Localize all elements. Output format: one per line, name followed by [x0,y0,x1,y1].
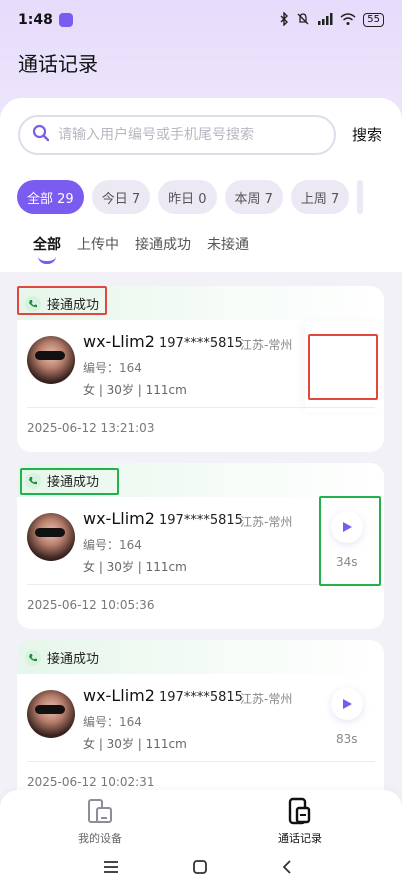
play-recording-button[interactable] [331,688,363,720]
nav-label: 我的设备 [78,832,122,845]
recording-duration: 34s [336,555,358,569]
status-tag: 接通成功 [25,294,99,313]
search-icon [32,124,50,146]
avatar [27,690,75,738]
system-navigation-bar [0,852,402,882]
phone-number: 197****5815 [159,690,243,705]
notification-app-icon [58,13,73,27]
tab-all[interactable]: 全部 [33,234,61,264]
date-filter-chips: 全部 29 今日 7 昨日 0 本周 7 上周 7 [17,180,364,214]
call-record-card[interactable]: 接通成功 wx-Llim2 197****5815 江苏-常州 编号：164 女… [17,286,384,452]
filter-chip-overflow[interactable] [357,180,364,214]
user-code: 编号：164 [83,715,142,729]
status-tag-label: 接通成功 [47,475,100,490]
filter-chip-yesterday[interactable]: 昨日 0 [158,180,217,214]
phone-icon [25,295,41,312]
page-title: 通话记录 [18,52,98,76]
signal-icon [317,12,333,28]
tab-uploading[interactable]: 上传中 [77,234,119,254]
divider [27,407,375,408]
region: 江苏-常州 [240,515,293,529]
call-timestamp: 2025-06-12 13:21:03 [27,421,155,435]
filter-chip-today[interactable]: 今日 7 [91,180,151,214]
tab-connected[interactable]: 接通成功 [135,234,191,254]
status-tag: 接通成功 [25,648,99,667]
user-code: 编号：164 [83,538,142,552]
avatar [27,336,75,384]
phone-icon [25,472,41,489]
user-meta: 女 | 30岁 | 111cm [83,383,187,397]
call-timestamp: 2025-06-12 10:02:31 [27,775,155,789]
nav-item-my-devices[interactable]: 我的设备 [50,796,150,846]
menu-icon[interactable] [96,852,126,882]
status-icons: 55 [279,10,384,29]
user-name: wx-Llim2 [83,509,155,528]
user-meta: 女 | 30岁 | 111cm [83,737,187,751]
bluetooth-icon [279,10,289,29]
user-code: 编号：164 [83,361,142,375]
nav-label: 通话记录 [278,832,322,845]
filter-chip-all[interactable]: 全部 29 [17,180,84,214]
home-icon[interactable] [185,852,215,882]
call-log-icon [288,797,311,825]
user-meta: 女 | 30岁 | 111cm [83,560,187,574]
play-icon [343,522,352,532]
call-record-card[interactable]: 接通成功 wx-Llim2 197****5815 江苏-常州 编号：164 女… [17,463,384,629]
phone-icon [25,649,41,666]
search-box[interactable] [18,115,336,155]
divider [27,761,375,762]
status-tag: 接通成功 [25,471,99,490]
search-button[interactable]: 搜索 [352,124,382,145]
battery-indicator: 55 [363,13,384,27]
play-icon [343,699,352,709]
phone-number: 197****5815 [159,513,243,528]
divider [27,584,375,585]
user-name: wx-Llim2 [83,332,155,351]
device-icon [88,799,112,823]
play-recording-button[interactable] [331,511,363,543]
call-timestamp: 2025-06-12 10:05:36 [27,598,155,612]
filter-chip-this-week[interactable]: 本周 7 [224,180,283,214]
mute-icon [296,12,310,29]
call-record-card[interactable]: 接通成功 wx-Llim2 197****5815 江苏-常州 编号：164 女… [17,640,384,806]
search-input[interactable] [58,127,308,143]
filter-chip-last-week[interactable]: 上周 7 [290,180,350,214]
nav-item-call-log[interactable]: 通话记录 [250,796,350,846]
status-tabs: 全部 上传中 接通成功 未接通 [33,234,249,264]
avatar [27,513,75,561]
status-tag-label: 接通成功 [47,652,100,667]
user-name: wx-Llim2 [83,686,155,705]
back-icon[interactable] [272,852,302,882]
status-bar: 1:48 55 [0,0,402,40]
wifi-icon [340,12,356,28]
phone-number: 197****5815 [159,336,243,351]
status-tag-label: 接通成功 [47,298,100,313]
recording-duration: 83s [336,732,358,746]
tab-not-connected[interactable]: 未接通 [207,234,249,254]
region: 江苏-常州 [240,692,293,706]
status-time: 1:48 [18,12,53,28]
audio-player-area [305,322,383,412]
region: 江苏-常州 [240,338,293,352]
